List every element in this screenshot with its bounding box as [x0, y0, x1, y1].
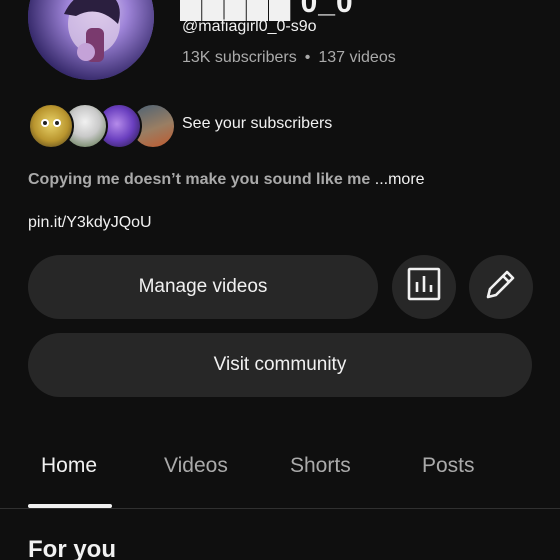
- tab-home[interactable]: Home: [41, 454, 97, 478]
- section-title: For you: [28, 536, 116, 560]
- channel-tabs: Home Videos Shorts Posts: [0, 440, 560, 509]
- stats-separator: •: [304, 49, 311, 66]
- avatar-image: [28, 0, 154, 80]
- subscriber-count: 13K subscribers: [182, 49, 297, 66]
- channel-header: █████ 0_0 @mafiagirl0_0-s9o 13K subscrib…: [0, 0, 560, 100]
- channel-page: █████ 0_0 @mafiagirl0_0-s9o 13K subscrib…: [0, 0, 560, 560]
- description-more-link[interactable]: ...more: [375, 171, 425, 188]
- subscribers-row[interactable]: See your subscribers: [28, 103, 332, 149]
- channel-stats: 13K subscribers • 137 videos: [182, 49, 396, 67]
- visit-community-button[interactable]: Visit community: [28, 333, 532, 397]
- video-count: 137 videos: [318, 49, 396, 66]
- see-subscribers-link[interactable]: See your subscribers: [182, 115, 332, 133]
- tab-videos[interactable]: Videos: [164, 454, 228, 478]
- tab-shorts[interactable]: Shorts: [290, 454, 351, 478]
- description-text: Copying me doesn’t make you sound like m…: [28, 171, 375, 188]
- channel-link[interactable]: pin.it/Y3kdyJQoU: [28, 214, 152, 232]
- bar-chart-icon: [406, 266, 442, 308]
- subscriber-avatars: [28, 103, 176, 149]
- tab-posts[interactable]: Posts: [422, 454, 475, 478]
- channel-avatar[interactable]: [28, 0, 154, 80]
- analytics-button[interactable]: [392, 255, 456, 319]
- channel-name: █████ 0_0: [180, 0, 354, 19]
- channel-description[interactable]: Copying me doesn’t make you sound like m…: [28, 171, 425, 189]
- subscriber-avatar: [28, 103, 74, 149]
- active-tab-indicator: [28, 504, 112, 508]
- channel-handle: @mafiagirl0_0-s9o: [182, 18, 317, 35]
- pencil-icon: [483, 266, 519, 308]
- manage-videos-button[interactable]: Manage videos: [28, 255, 378, 319]
- edit-channel-button[interactable]: [469, 255, 533, 319]
